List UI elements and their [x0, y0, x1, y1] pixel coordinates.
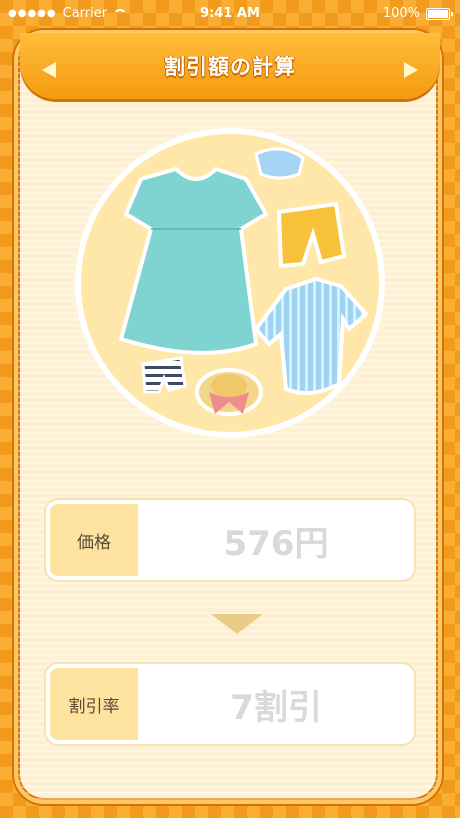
discount-value[interactable]: 7割引 — [138, 664, 414, 744]
price-value[interactable]: 576円 — [138, 500, 414, 580]
cap-icon — [254, 147, 305, 180]
triangle-right-icon[interactable] — [404, 62, 418, 78]
clothes-illustration — [75, 128, 385, 438]
price-row[interactable]: 価格 576円 — [46, 500, 414, 580]
header-bar: 割引額の計算 — [20, 33, 440, 99]
status-right: 100% — [382, 6, 453, 21]
dress-icon — [118, 166, 269, 355]
discount-row[interactable]: 割引率 7割引 — [46, 664, 414, 744]
battery-icon — [426, 7, 453, 20]
discount-label: 割引率 — [50, 668, 138, 740]
page-title: 割引額の計算 — [164, 55, 296, 79]
straw-hat-icon — [195, 368, 263, 416]
status-bar: ●●●●● Carrier 9:41 AM 100% — [0, 0, 460, 28]
triangle-down-icon — [211, 614, 263, 634]
price-label: 価格 — [50, 504, 138, 576]
clothes-image — [84, 137, 376, 429]
battery-label: 100% — [382, 6, 420, 21]
